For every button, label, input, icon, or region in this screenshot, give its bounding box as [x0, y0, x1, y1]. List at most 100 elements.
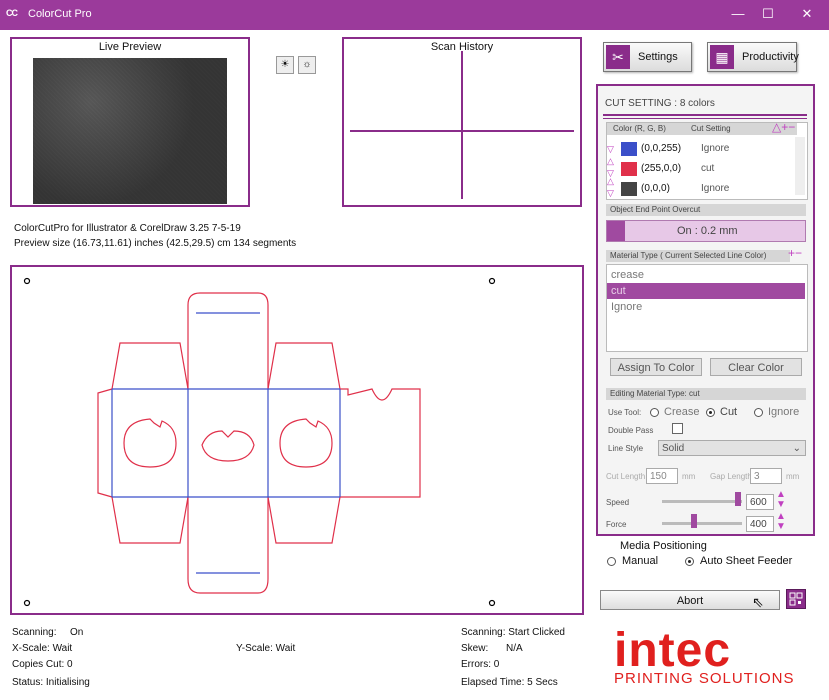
mouse-cursor-icon: ⇖	[752, 594, 764, 610]
cut-radio[interactable]	[706, 408, 715, 417]
cut-preview-canvas	[10, 265, 584, 615]
qr-icon	[789, 592, 803, 606]
manual-option[interactable]: Manual	[622, 555, 658, 567]
gap-length-input[interactable]: 3	[750, 468, 782, 484]
force-slider-handle[interactable]	[691, 514, 697, 528]
force-input[interactable]: 400	[746, 516, 774, 532]
material-list: crease cut Ignore	[606, 264, 808, 352]
force-stepper-icon[interactable]: ▲ ▼	[776, 512, 786, 532]
chevron-down-icon: ⌄	[792, 443, 801, 454]
line-style-value: Solid	[662, 443, 685, 454]
ignore-option[interactable]: Ignore	[768, 406, 799, 418]
auto-sheet-feeder-radio[interactable]	[685, 557, 694, 566]
productivity-button[interactable]: ▦ Productivity	[707, 42, 799, 72]
crosshair	[350, 51, 574, 199]
close-button[interactable]: ✕	[795, 4, 819, 24]
table-row[interactable]: △ ▽ (0,0,0) Ignore	[607, 176, 793, 199]
overcut-toggle[interactable]: On : 0.2 mm	[606, 220, 806, 242]
material-add-remove-icons[interactable]: +−	[788, 246, 802, 260]
maximize-button[interactable]: ☐	[756, 4, 780, 24]
color-swatch	[621, 142, 637, 156]
cut-setting-value: Ignore	[701, 143, 730, 154]
copies-cut-status: Copies Cut: 0	[12, 659, 73, 670]
overcut-label: Object End Point Overcut	[606, 204, 806, 216]
camera-preview-image	[33, 58, 227, 204]
preview-size-info: Preview size (16.73,11.61) inches (42.5,…	[14, 238, 297, 249]
divider	[603, 114, 807, 116]
skew-value: N/A	[506, 643, 523, 654]
divider	[603, 118, 807, 119]
speed-stepper-icon[interactable]: ▲ ▼	[776, 490, 786, 510]
double-pass-checkbox[interactable]	[672, 423, 683, 434]
list-item[interactable]: Ignore	[607, 299, 805, 315]
force-slider-track[interactable]	[662, 522, 742, 525]
cut-length-unit: mm	[682, 472, 696, 481]
live-preview-title: Live Preview	[98, 41, 162, 53]
dieline-drawing	[23, 277, 496, 607]
scanning-value: On	[70, 627, 84, 638]
scanning-state: Scanning: Start Clicked	[461, 627, 565, 638]
x-scale-status: X-Scale: Wait	[12, 643, 73, 654]
intec-tagline: PRINTING SOLUTIONS	[614, 670, 795, 687]
productivity-label: Productivity	[742, 51, 799, 63]
brightness-up-icon[interactable]: ☼	[298, 56, 316, 74]
cut-option[interactable]: Cut	[720, 406, 737, 418]
registration-mark	[23, 599, 31, 607]
manual-radio[interactable]	[607, 557, 616, 566]
settings-label: Settings	[638, 51, 678, 63]
elapsed-time: Elapsed Time: 5 Secs	[461, 677, 558, 688]
crease-radio[interactable]	[650, 408, 659, 417]
double-pass-label: Double Pass	[608, 426, 654, 435]
scan-history-panel: Scan History	[342, 37, 582, 207]
settings-button[interactable]: ✂ Settings	[603, 42, 692, 72]
material-label: Material Type ( Current Selected Line Co…	[606, 250, 790, 262]
registration-mark	[488, 277, 496, 285]
minimize-button[interactable]: —	[726, 4, 750, 24]
speed-slider-track[interactable]	[662, 500, 742, 503]
list-item[interactable]: crease	[607, 267, 805, 283]
scanning-label: Scanning:	[12, 627, 57, 638]
rgb-value: (0,0,0)	[641, 183, 670, 194]
cut-setting-value: Ignore	[701, 183, 730, 194]
table-toolbar-icons[interactable]: △+−	[772, 120, 795, 134]
brightness-down-icon[interactable]: ☀	[276, 56, 294, 74]
color-swatch	[621, 182, 637, 196]
cut-length-label: Cut Length	[606, 472, 646, 481]
media-positioning-title: Media Positioning	[620, 540, 707, 552]
speed-input[interactable]: 600	[746, 494, 774, 510]
rgb-value: (0,0,255)	[641, 143, 682, 154]
clear-color-button[interactable]: Clear Color	[710, 358, 802, 376]
editing-label: Editing Material Type: cut	[606, 388, 806, 400]
table-row[interactable]: △ ▽ (255,0,0) cut	[607, 156, 793, 179]
cut-setting-panel: CUT SETTING : 8 colors Color (R, G, B) C…	[596, 84, 815, 536]
cut-setting-title: CUT SETTING : 8 colors	[605, 98, 715, 109]
title-bar: CC ColorCut Pro — ☐ ✕	[0, 0, 829, 30]
table-scrollbar[interactable]	[795, 137, 805, 195]
setting-column-header: Cut Setting	[691, 124, 731, 133]
table-row[interactable]: ▽ (0,0,255) Ignore	[607, 139, 793, 159]
force-label: Force	[606, 520, 627, 529]
assign-to-color-button[interactable]: Assign To Color	[610, 358, 702, 376]
version-info: ColorCutPro for Illustrator & CorelDraw …	[14, 223, 241, 234]
list-item-selected[interactable]: cut	[607, 283, 805, 299]
ignore-radio[interactable]	[754, 408, 763, 417]
window-title: ColorCut Pro	[28, 8, 92, 20]
color-table-header: Color (R, G, B) Cut Setting	[607, 123, 797, 135]
auto-sheet-feeder-option[interactable]: Auto Sheet Feeder	[700, 555, 792, 567]
cut-length-input[interactable]: 150	[646, 468, 678, 484]
color-swatch	[621, 162, 637, 176]
gap-length-unit: mm	[786, 472, 800, 481]
toggle-knob	[607, 221, 625, 241]
use-tool-label: Use Tool:	[608, 408, 642, 417]
app-icon: CC	[6, 8, 18, 18]
cut-setting-value: cut	[701, 163, 715, 174]
reorder-icon[interactable]: △ ▽	[607, 175, 614, 199]
speed-slider-handle[interactable]	[735, 492, 741, 506]
y-scale-status: Y-Scale: Wait	[236, 643, 296, 654]
registration-mark	[488, 599, 496, 607]
color-column-header: Color (R, G, B)	[613, 124, 666, 133]
gap-length-label: Gap Length	[710, 472, 752, 481]
qr-code-button[interactable]	[786, 589, 806, 609]
crease-option[interactable]: Crease	[664, 406, 699, 418]
line-style-select[interactable]: Solid ⌄	[658, 440, 806, 456]
